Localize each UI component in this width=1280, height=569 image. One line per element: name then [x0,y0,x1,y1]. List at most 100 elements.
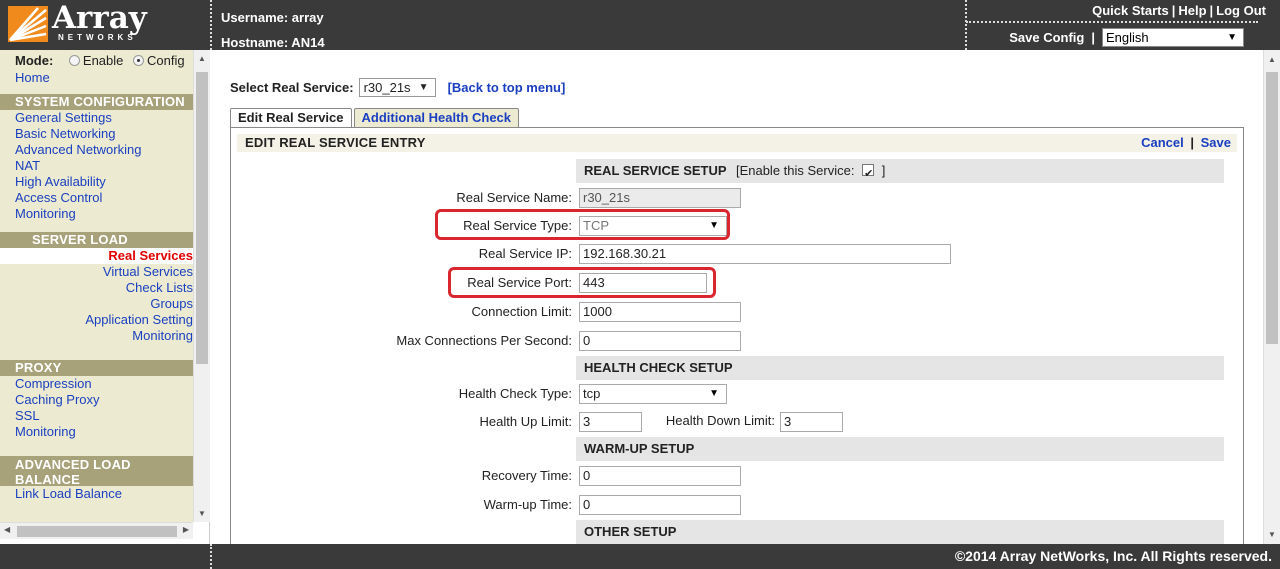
scroll-down-icon[interactable]: ▼ [1268,530,1276,539]
nav-section-system-configuration: SYSTEM CONFIGURATION [0,94,193,110]
tab-bar: Edit Real Service Additional Health Chec… [230,108,521,128]
nav-basic-networking[interactable]: Basic Networking [0,126,193,142]
nav-nat[interactable]: NAT [0,158,193,174]
mode-config-label: Config [147,53,185,68]
enable-service-label: [Enable this Service: [735,163,855,178]
scroll-down-icon[interactable]: ▼ [198,509,206,518]
sidebar-vertical-scrollbar[interactable]: ▲ ▼ [193,50,210,522]
scrollbar-thumb[interactable] [1266,72,1278,344]
nav-compression[interactable]: Compression [0,376,193,392]
top-header: Array NETWORKS Username: array Hostname:… [0,0,1280,50]
nav-caching-proxy[interactable]: Caching Proxy [0,392,193,408]
header-divider [210,0,212,50]
language-value: English [1106,30,1149,45]
nav-section-server-load-balance: SERVER LOAD BALANCE [0,232,193,263]
nav-section-advanced-load-balance-line1: ADVANCED LOAD [15,457,131,472]
nav-home[interactable]: Home [0,70,193,86]
nav-high-availability[interactable]: High Availability [0,174,193,190]
main-vertical-scrollbar[interactable]: ▲ ▼ [1263,50,1280,544]
panel-title: EDIT REAL SERVICE ENTRY [245,135,426,150]
warm-up-time-field[interactable]: 0 [579,495,741,515]
nav-check-lists[interactable]: Check Lists [0,280,193,296]
nav-application-setting[interactable]: Application Setting [0,312,193,328]
logo-subtitle: NETWORKS [58,33,137,42]
array-networks-logo: Array NETWORKS [0,0,210,50]
health-up-limit-label: Health Up Limit: [479,414,572,429]
scroll-left-icon[interactable]: ◀ [4,525,10,534]
back-to-top-menu-link[interactable]: [Back to top menu] [448,80,566,95]
real-service-type-highlight [435,209,730,240]
real-service-ip-field[interactable]: 192.168.30.21 [579,244,951,264]
scroll-right-icon[interactable]: ▶ [183,525,189,534]
nav-system-monitoring[interactable]: Monitoring [0,206,193,222]
max-connections-per-second-label: Max Connections Per Second: [396,333,572,348]
connection-limit-field[interactable]: 1000 [579,302,741,322]
section-title: HEALTH CHECK SETUP [584,360,733,375]
health-down-limit-label: Health Down Limit: [665,413,775,428]
help-link[interactable]: Help [1178,3,1206,18]
tab-edit-real-service[interactable]: Edit Real Service [230,108,352,128]
link-separator: | [1209,3,1214,18]
logo-wordmark: Array [52,0,147,36]
mode-enable-radio[interactable] [68,55,80,66]
link-separator: | [1171,3,1176,18]
sidebar-nav: Mode: Enable Config Home SYSTEM CONFIGUR… [0,50,193,522]
section-title: OTHER SETUP [584,524,677,539]
health-check-type-value: tcp [583,386,601,401]
save-button[interactable]: Save [1201,135,1231,150]
nav-general-settings[interactable]: General Settings [0,110,193,126]
max-connections-per-second-field[interactable]: 0 [579,331,741,351]
scrollbar-thumb[interactable] [196,72,208,364]
nav-proxy-monitoring[interactable]: Monitoring [0,424,193,440]
scroll-up-icon[interactable]: ▲ [1268,55,1276,64]
footer-divider [210,544,212,569]
scroll-up-icon[interactable]: ▲ [198,54,206,63]
nav-section-advanced-load-balance-line2: BALANCE [15,472,80,487]
cancel-button[interactable]: Cancel [1141,135,1184,150]
tab-additional-health-check[interactable]: Additional Health Check [353,108,520,127]
username-label: Username: array [221,10,324,25]
section-real-service-setup: REAL SERVICE SETUP [Enable this Service:… [576,159,1224,186]
logout-link[interactable]: Log Out [1216,3,1266,18]
recovery-time-field[interactable]: 0 [579,466,741,486]
quick-starts-link[interactable]: Quick Starts [1092,3,1169,18]
health-down-limit-field[interactable]: 3 [780,412,843,432]
session-info: Username: array Hostname: AN14 [221,5,325,55]
recovery-time-label: Recovery Time: [481,468,572,483]
nav-section-proxy: PROXY [0,360,193,376]
section-title: REAL SERVICE SETUP [584,163,727,178]
real-service-name-label: Real Service Name: [456,190,572,205]
nav-slb-monitoring[interactable]: Monitoring [0,328,193,344]
footer: ©2014 Array NetWorks, Inc. All Rights re… [0,544,1280,569]
save-config-link[interactable]: Save Config [1009,30,1084,45]
real-service-name-field: r30_21s [579,188,741,208]
health-check-type-select[interactable]: tcp ▼ [579,384,727,404]
link-separator: | [1091,30,1095,45]
language-select[interactable]: English ▼ [1102,28,1244,47]
mode-config-radio[interactable] [133,55,145,66]
sidebar-horizontal-scrollbar[interactable]: ◀ ▶ [0,522,193,539]
copyright-text: ©2014 Array NetWorks, Inc. All Rights re… [954,548,1272,564]
section-health-check-setup: HEALTH CHECK SETUP [576,356,1224,380]
edit-panel: EDIT REAL SERVICE ENTRY Cancel | Save RE… [230,127,1244,544]
nav-link-load-balance[interactable]: Link Load Balance [0,486,193,502]
enable-service-bracket: ] [881,163,886,178]
nav-groups[interactable]: Groups [0,296,193,312]
nav-advanced-networking[interactable]: Advanced Networking [0,142,193,158]
scrollbar-thumb[interactable] [17,526,177,537]
nav-virtual-services[interactable]: Virtual Services [0,264,193,280]
section-title: WARM-UP SETUP [584,441,695,456]
chevron-down-icon: ▼ [418,82,429,93]
mode-enable-label: Enable [82,53,124,68]
panel-actions: Cancel | Save [1141,134,1231,152]
main-content: Select Real Service: r30_21s ▼ [Back to … [211,50,1263,544]
enable-service-checkbox[interactable] [862,162,875,186]
health-up-limit-field[interactable]: 3 [579,412,642,432]
mode-label: Mode: [15,53,54,68]
nav-ssl[interactable]: SSL [0,408,193,424]
real-service-select-value: r30_21s [363,80,411,95]
panel-header: EDIT REAL SERVICE ENTRY Cancel | Save [237,134,1237,152]
nav-access-control[interactable]: Access Control [0,190,193,206]
real-service-select[interactable]: r30_21s ▼ [358,78,436,97]
header-dotted-rule [966,21,1258,23]
